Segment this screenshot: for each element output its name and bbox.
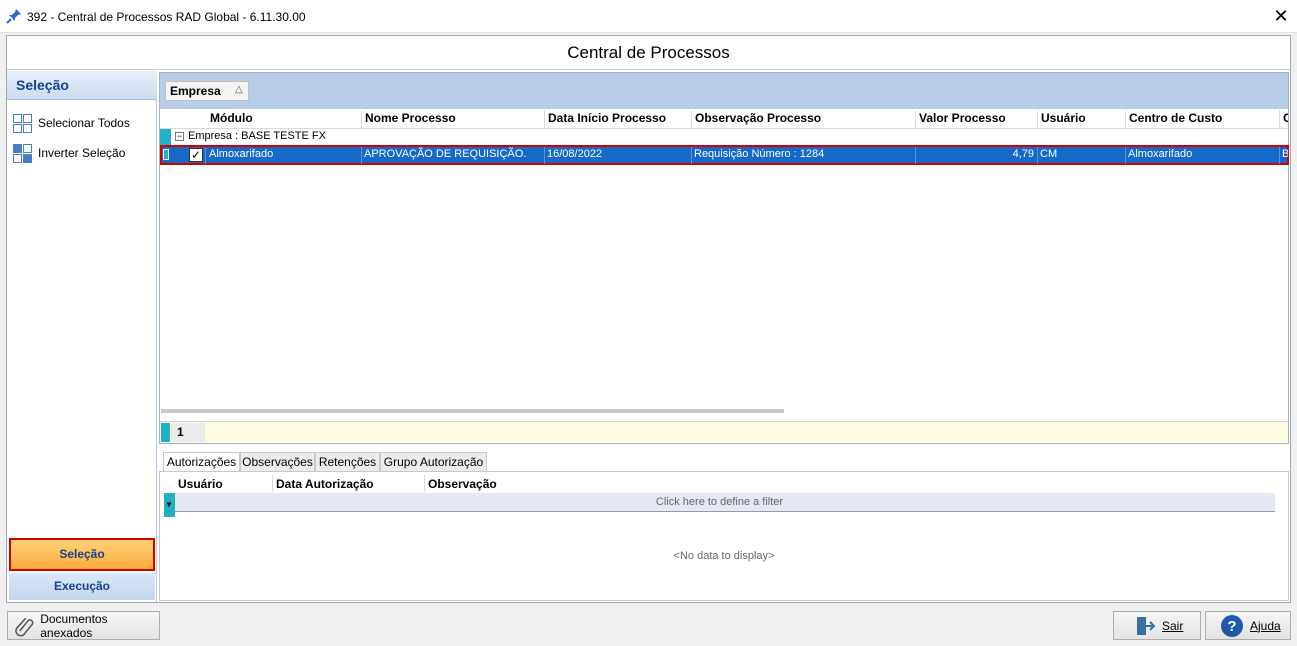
cell-data-inicio: 16/08/2022 <box>547 148 603 160</box>
cell-modulo: Almoxarifado <box>209 148 274 160</box>
paperclip-icon <box>15 617 34 636</box>
group-label: Empresa : BASE TESTE FX <box>188 130 326 142</box>
tab-observacoes[interactable]: Observações <box>240 452 315 471</box>
cell-nome-processo: APROVAÇÃO DE REQUISIÇÃO. <box>364 148 527 160</box>
column-header-data-inicio[interactable]: Data Início Processo <box>548 111 666 125</box>
column-header-observacao[interactable]: Observação Processo <box>695 111 821 125</box>
column-divider <box>1279 110 1280 128</box>
column-divider <box>691 110 692 128</box>
sidebar-title: Seleção <box>7 71 157 100</box>
row-focus-indicator <box>163 149 169 160</box>
column-divider <box>544 110 545 128</box>
exit-button[interactable]: Sair <box>1113 611 1201 640</box>
sort-ascending-icon: △ <box>235 84 243 95</box>
empty-state-text: <No data to display> <box>673 550 775 562</box>
svg-text:?: ? <box>1227 618 1236 635</box>
help-button[interactable]: ? Ajuda <box>1205 611 1291 640</box>
tab-retencoes[interactable]: Retenções <box>315 452 380 471</box>
filter-row[interactable]: Click here to define a filter <box>164 493 1275 512</box>
column-header-valor[interactable]: Valor Processo <box>919 111 1006 125</box>
column-header-centro-custo[interactable]: Centro de Custo <box>1129 111 1222 125</box>
column-header-nome-processo[interactable]: Nome Processo <box>365 111 456 125</box>
grid-footer <box>160 421 1288 443</box>
help-icon: ? <box>1221 614 1243 637</box>
cell-centro-custo: Almoxarifado <box>1128 148 1193 160</box>
cell-divider <box>691 147 692 164</box>
invert-selection-button[interactable]: Inverter Seleção <box>12 142 152 164</box>
filter-icon: ▼ <box>165 500 173 509</box>
pin-icon <box>6 8 22 24</box>
column-divider <box>424 475 425 492</box>
cell-divider <box>1125 147 1126 164</box>
select-all-label: Selecionar Todos <box>38 116 130 130</box>
nav-execucao-button[interactable]: Execução <box>9 573 155 600</box>
cell-divider <box>361 147 362 164</box>
select-all-icon <box>12 113 32 133</box>
cell-divider <box>544 147 545 164</box>
cell-usuario: CM <box>1040 148 1058 160</box>
nav-selecao-button[interactable]: Seleção <box>9 538 155 571</box>
window-title: 392 - Central de Processos RAD Global - … <box>27 10 306 24</box>
cell-valor: 4,79 <box>1012 148 1034 160</box>
footer-indicator <box>161 423 170 442</box>
cell-observacao: Requisição Número : 1284 <box>694 148 825 160</box>
column-header-usuario[interactable]: Usuário <box>1041 111 1086 125</box>
row-checkbox[interactable]: ✓ <box>189 148 203 162</box>
tab-grupo-autorizacao[interactable]: Grupo Autorização <box>380 452 487 471</box>
column-divider <box>272 475 273 492</box>
group-row[interactable] <box>160 129 1288 145</box>
invert-selection-icon <box>12 143 32 163</box>
column-header-truncated[interactable]: G <box>1283 111 1288 125</box>
cell-divider <box>915 147 916 164</box>
page-title: Central de Processos <box>7 36 1290 70</box>
attached-documents-label: Documentos anexados <box>40 611 108 640</box>
select-all-button[interactable]: Selecionar Todos <box>12 112 152 134</box>
exit-door-icon <box>1137 616 1156 635</box>
group-row-indicator <box>160 129 171 145</box>
cell-divider <box>1279 147 1280 164</box>
tab-autorizacoes[interactable]: Autorizações <box>163 452 240 472</box>
column-header-auth-usuario[interactable]: Usuário <box>178 477 223 491</box>
cell-divider <box>205 147 206 164</box>
column-divider <box>361 110 362 128</box>
close-button[interactable]: ✕ <box>1268 4 1294 30</box>
cell-truncated: B <box>1282 148 1288 160</box>
column-header-modulo[interactable]: Módulo <box>210 111 253 125</box>
collapse-group-icon[interactable]: − <box>175 132 184 141</box>
help-label: Ajuda <box>1250 618 1281 633</box>
invert-selection-label: Inverter Seleção <box>38 146 126 160</box>
column-header-data-autorizacao[interactable]: Data Autorização <box>276 477 374 491</box>
row-count: 1 <box>171 423 205 442</box>
horizontal-scrollbar[interactable] <box>161 409 784 413</box>
column-header-auth-observacao[interactable]: Observação <box>428 477 497 491</box>
attached-documents-button[interactable]: Documentos anexados <box>7 611 160 640</box>
exit-label: Sair <box>1162 618 1184 633</box>
group-by-panel <box>160 73 1288 109</box>
column-divider <box>1125 110 1126 128</box>
cell-divider <box>1037 147 1038 164</box>
column-divider <box>1037 110 1038 128</box>
column-divider <box>915 110 916 128</box>
